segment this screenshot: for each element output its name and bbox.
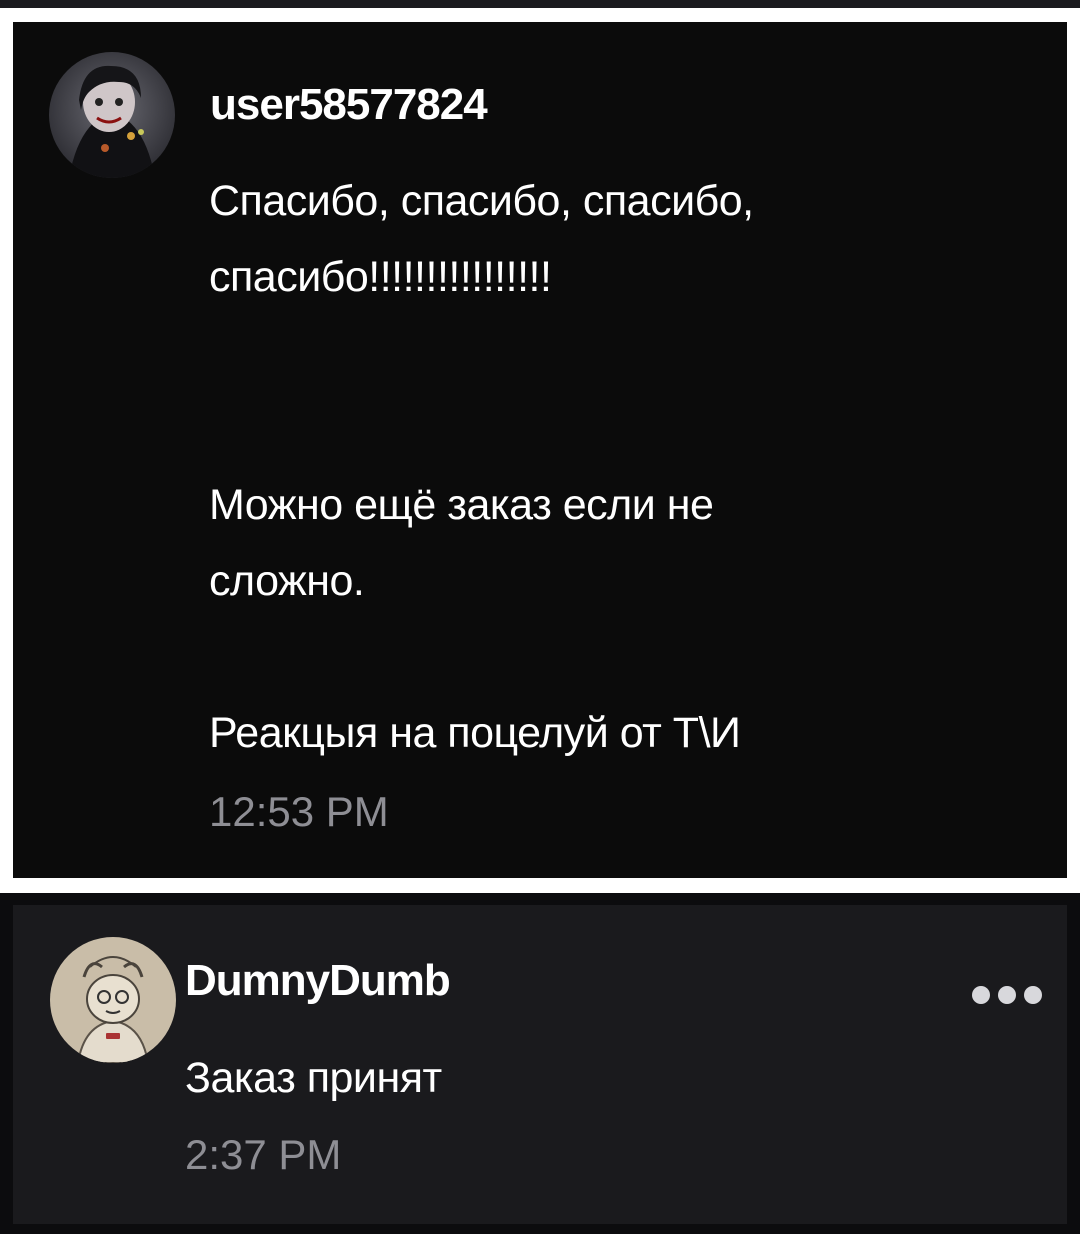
user-avatar[interactable] bbox=[50, 937, 176, 1063]
message-line: Спасибо, спасибо, спасибо, bbox=[209, 177, 754, 225]
message-line bbox=[209, 619, 1029, 695]
more-options-button[interactable] bbox=[969, 983, 1045, 1007]
message-line bbox=[209, 391, 1029, 467]
message-line: спасибо!!!!!!!!!!!!!!!! bbox=[209, 253, 552, 301]
message-line: Заказ принят bbox=[185, 1054, 442, 1102]
comment-card-1: user58577824 Спасибо, спасибо, спасибо, … bbox=[13, 22, 1067, 878]
message-line bbox=[209, 315, 1029, 391]
message-line: Реакцыя на поцелуй от Т\И bbox=[209, 709, 741, 757]
comment-username[interactable]: user58577824 bbox=[210, 79, 488, 131]
comment-timestamp: 12:53 PM bbox=[209, 788, 389, 835]
sketch-character-avatar-icon bbox=[50, 937, 176, 1063]
comment-username[interactable]: DumnyDumb bbox=[185, 955, 451, 1007]
more-options-icon bbox=[972, 986, 1042, 1004]
comment-message: Заказ принят bbox=[185, 1050, 885, 1106]
message-line: сложно. bbox=[209, 557, 365, 605]
user-avatar[interactable] bbox=[49, 52, 175, 178]
comment-message: Спасибо, спасибо, спасибо, спасибо!!!!!!… bbox=[209, 163, 1029, 771]
dark-anime-avatar-icon bbox=[49, 52, 175, 178]
comment-card-2: DumnyDumb Заказ принят 2:37 PM bbox=[0, 893, 1080, 1234]
comment-timestamp: 2:37 PM bbox=[185, 1131, 342, 1178]
message-line: Можно ещё заказ если не bbox=[209, 481, 714, 529]
top-edge-bar bbox=[0, 0, 1080, 8]
